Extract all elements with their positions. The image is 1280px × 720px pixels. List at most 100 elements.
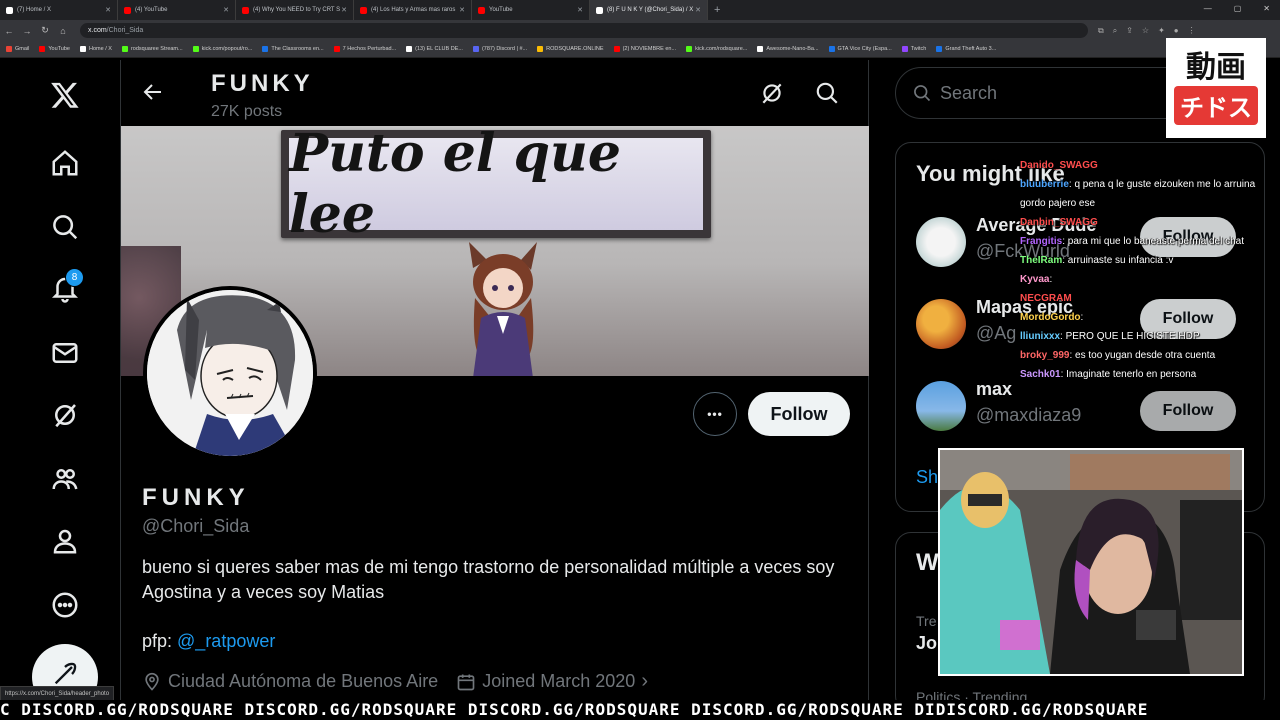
zoom-icon[interactable]: ⌕ <box>1113 26 1117 36</box>
x-logo-icon[interactable] <box>48 78 82 112</box>
banner-frame: Puto el que lee <box>281 126 711 245</box>
chat-message: Danido_SWAGG <box>1020 156 1260 175</box>
communities-icon[interactable] <box>48 462 82 496</box>
trend-item[interactable]: Jo <box>916 633 937 654</box>
back-arrow-icon[interactable] <box>141 80 165 104</box>
location-text: Ciudad Autónoma de Buenos Aire <box>168 671 439 691</box>
chevron-right-icon[interactable]: › <box>641 670 648 693</box>
browser-tab[interactable]: (4) Why You NEED to Try CRT S ✕ <box>236 0 354 20</box>
show-more-link[interactable]: Sh <box>916 467 938 488</box>
bookmark-item[interactable]: Twitch <box>901 46 927 52</box>
suggestion-follow-button[interactable]: Follow <box>1140 391 1236 431</box>
chat-text: : <box>1080 312 1084 323</box>
bookmark-item[interactable]: Gmail <box>6 46 29 52</box>
bookmark-favicon-icon <box>936 46 943 52</box>
bookmark-label: Home / X <box>89 46 112 52</box>
profile-nav-icon[interactable] <box>48 524 82 558</box>
tab-close-icon[interactable]: ✕ <box>105 6 111 14</box>
tab-favicon-icon <box>478 6 485 14</box>
bookmark-label: Twitch <box>910 46 927 52</box>
chat-username: NECGRAM <box>1020 293 1072 304</box>
explore-search-icon[interactable] <box>48 210 82 244</box>
menu-icon[interactable]: ⋮ <box>1188 26 1196 36</box>
home-nav-icon[interactable] <box>48 146 82 180</box>
address-bar[interactable]: x.com/Chori_Sida <box>80 23 1088 38</box>
bookmark-favicon-icon <box>686 46 693 52</box>
translate-icon[interactable]: ⧉ <box>1098 26 1104 36</box>
bookmark-item[interactable]: YouTube <box>39 46 70 52</box>
toolbar-icons: ⧉ ⌕ ⇪ ☆ ✦ ● ⋮ <box>1098 26 1196 36</box>
tab-close-icon[interactable]: ✕ <box>695 6 701 14</box>
pfp-credit-link[interactable]: @_ratpower <box>177 631 275 651</box>
more-actions-button[interactable]: ••• <box>693 392 737 436</box>
bookmark-favicon-icon <box>80 46 86 52</box>
tab-title: (4) Why You NEED to Try CRT S <box>253 7 341 13</box>
bookmark-item[interactable]: RODSQUARE.ONLINE <box>537 46 604 52</box>
browser-tab[interactable]: (4) YouTube ✕ <box>118 0 236 20</box>
more-options-icon[interactable] <box>48 588 82 622</box>
chat-text: : arruinaste su infancia :v <box>1062 255 1174 266</box>
browser-tab[interactable]: (4) Los Hats y Armas mas raros ✕ <box>354 0 472 20</box>
browser-tab[interactable]: YouTube ✕ <box>472 0 590 20</box>
bookmark-item[interactable]: Awesome-Nano-Ba... <box>757 46 819 52</box>
grok-analyze-icon[interactable] <box>759 80 785 106</box>
bookmark-item[interactable]: The Classrooms en... <box>262 46 324 52</box>
profile-icon[interactable]: ● <box>1174 26 1179 36</box>
bookmark-label: The Classrooms en... <box>271 46 324 52</box>
chat-text: : PERO QUE LE HICISTE HDP <box>1060 331 1200 342</box>
tab-close-icon[interactable]: ✕ <box>577 6 583 14</box>
bookmark-label: RODSQUARE.ONLINE <box>546 46 604 52</box>
bookmark-label: YouTube <box>48 46 70 52</box>
search-icon[interactable] <box>814 80 840 106</box>
tab-favicon-icon <box>242 6 249 14</box>
chat-username: Sachk01 <box>1020 369 1061 380</box>
bookmark-item[interactable]: Home / X <box>80 46 112 52</box>
close-window-icon[interactable]: ✕ <box>1263 4 1270 13</box>
tab-close-icon[interactable]: ✕ <box>341 6 347 14</box>
bookmark-item[interactable]: (13) EL CLUB DE... <box>406 46 463 52</box>
logo-bottom-text: チドス <box>1174 85 1258 125</box>
bookmark-favicon-icon <box>406 46 413 52</box>
bookmark-item[interactable]: (2) NOVIEMBRE en... <box>613 46 676 52</box>
bookmark-label: Gmail <box>15 46 30 52</box>
bookmark-item[interactable]: 7 Hechos Perturbad... <box>333 46 396 52</box>
banner-anime-character <box>469 242 537 376</box>
grok-icon[interactable] <box>48 398 82 432</box>
back-arrow-icon[interactable]: ← <box>0 26 18 36</box>
chat-text: : es too yugan desde otra cuenta <box>1069 350 1216 361</box>
extensions-icon[interactable]: ✦ <box>1158 26 1165 36</box>
share-icon[interactable]: ⇪ <box>1126 26 1133 36</box>
bookmark-item[interactable]: rodsquaree Stream... <box>121 46 183 52</box>
tab-close-icon[interactable]: ✕ <box>223 6 229 14</box>
messages-envelope-icon[interactable] <box>48 336 82 370</box>
tab-title: (4) YouTube <box>135 7 168 13</box>
suggestion-item[interactable]: max @maxdiaza9 Follow <box>916 377 1256 437</box>
browser-tab[interactable]: (8) F U N K Y (@Chori_Sida) / X ✕ <box>590 0 708 20</box>
follow-button[interactable]: Follow <box>748 392 850 436</box>
new-tab-icon[interactable]: + <box>714 4 720 16</box>
bookmark-item[interactable]: Grand Theft Auto 3... <box>936 46 996 52</box>
maximize-icon[interactable]: ▢ <box>1234 4 1242 13</box>
chat-message: TheIRam: arruinaste su infancia :v <box>1020 251 1260 270</box>
reload-icon[interactable]: ↻ <box>36 25 54 36</box>
window-controls: — ▢ ✕ <box>1204 4 1270 13</box>
search-placeholder: Search <box>940 82 998 103</box>
minimize-icon[interactable]: — <box>1204 4 1212 13</box>
chat-message: Sachk01: Imaginate tenerlo en persona <box>1020 365 1260 384</box>
notifications-bell-icon[interactable]: 8 <box>48 268 84 306</box>
bookmark-item[interactable]: (787) Discord | #... <box>472 46 527 52</box>
stream-chat-overlay: Danido_SWAGG bluuberrie: q pena q le gust… <box>1020 156 1260 384</box>
bookmark-favicon-icon <box>828 46 835 52</box>
bookmark-favicon-icon <box>121 46 128 52</box>
home-icon[interactable]: ⌂ <box>54 26 72 36</box>
browser-tab[interactable]: (7) Home / X ✕ <box>0 0 118 20</box>
bookmark-item[interactable]: kick.com/rodsquare... <box>686 46 747 52</box>
tab-close-icon[interactable]: ✕ <box>459 6 465 14</box>
chat-username: Kyvaa <box>1020 274 1050 285</box>
location-pin-icon <box>145 672 159 691</box>
profile-avatar[interactable] <box>143 286 317 460</box>
forward-arrow-icon[interactable]: → <box>18 26 36 36</box>
bookmark-item[interactable]: GTA Vice City (Espa... <box>828 46 892 52</box>
bookmark-item[interactable]: kick.com/popout/ro... <box>192 46 252 52</box>
bookmark-star-icon[interactable]: ☆ <box>1142 26 1149 36</box>
